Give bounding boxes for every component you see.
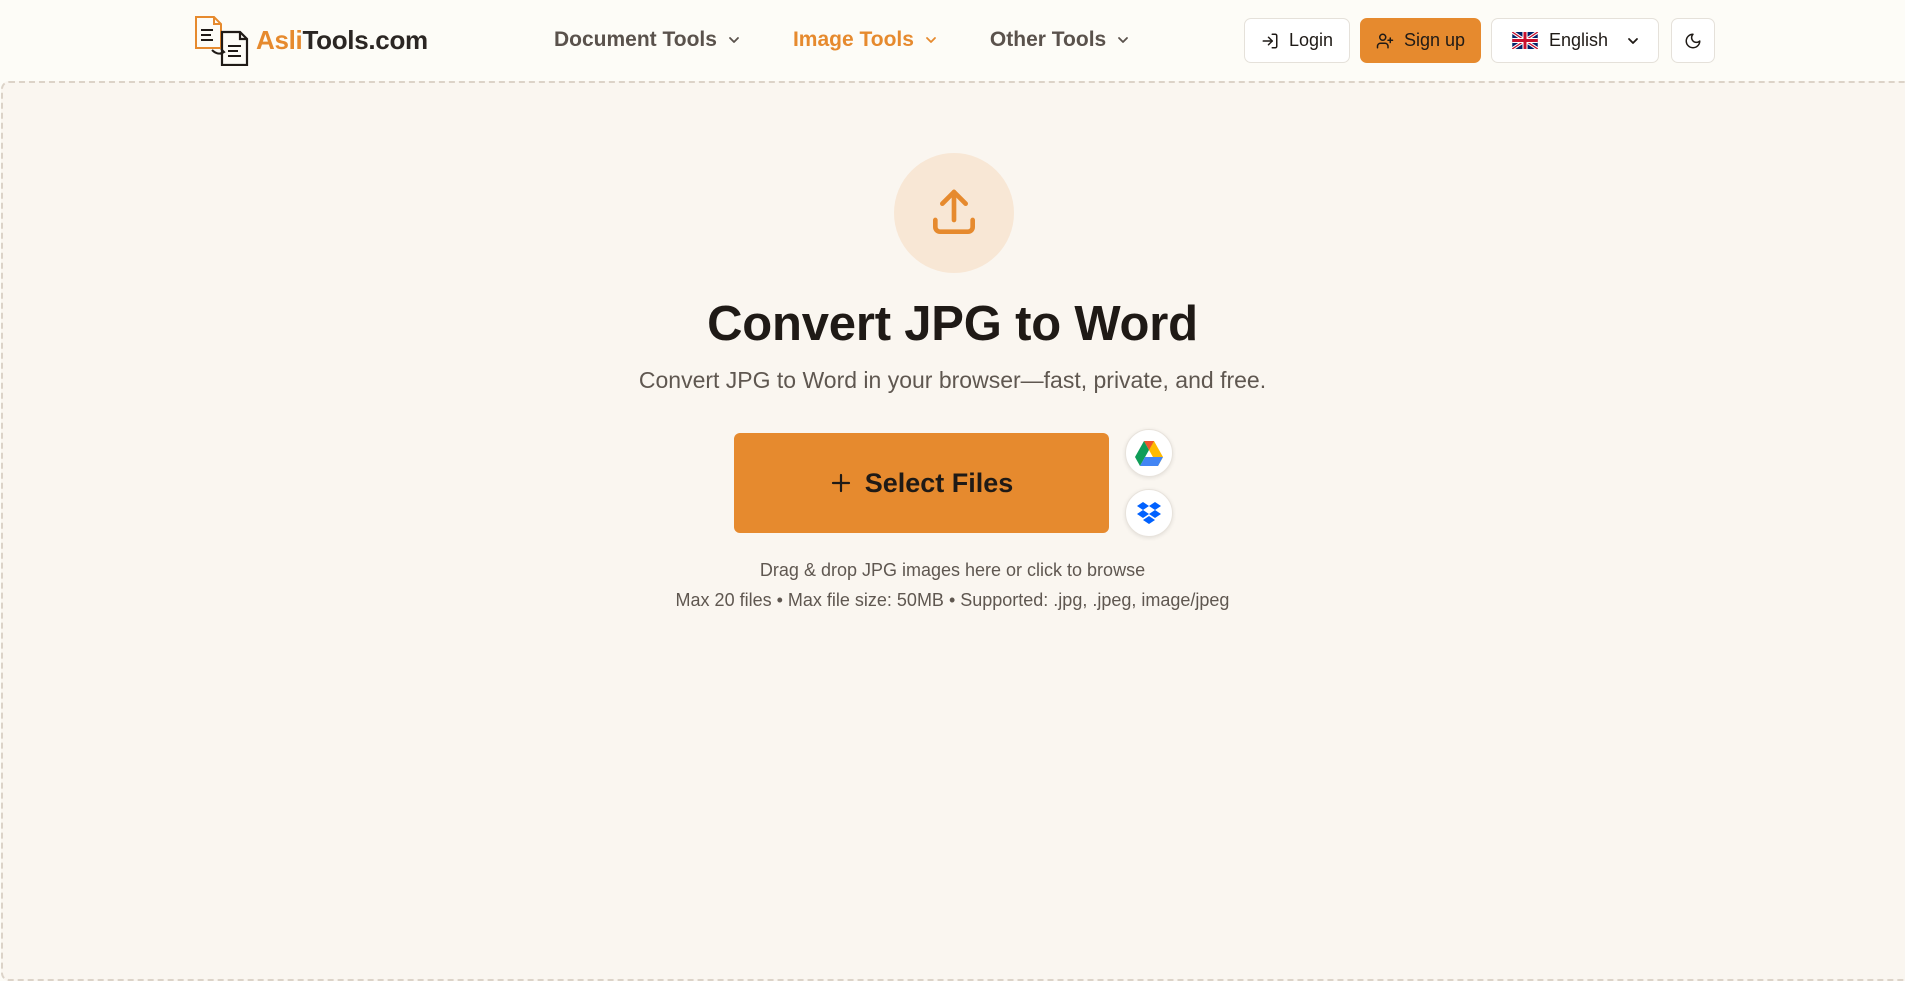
nav-image-tools-label: Image Tools xyxy=(792,28,914,51)
upload-icon-container xyxy=(894,153,1014,273)
drop-hint: Drag & drop JPG images here or click to … xyxy=(759,560,1146,580)
logo-text-accent: Asli xyxy=(256,24,303,55)
login-icon xyxy=(1262,33,1278,48)
site-header: AsliTools.com Document Tools Image Tools… xyxy=(0,0,1905,80)
language-label: English xyxy=(1549,30,1609,50)
google-drive-icon xyxy=(1135,440,1163,466)
dropbox-icon xyxy=(1137,502,1161,524)
page-subtitle: Convert JPG to Word in your browser—fast… xyxy=(638,367,1267,393)
dropbox-button[interactable] xyxy=(1125,489,1173,537)
plus-icon xyxy=(831,473,850,493)
site-logo[interactable]: AsliTools.com xyxy=(192,14,428,66)
chevron-down-icon xyxy=(926,37,936,43)
logo-text: AsliTools.com xyxy=(256,25,428,56)
moon-icon xyxy=(1685,33,1701,48)
google-drive-button[interactable] xyxy=(1125,429,1173,477)
select-files-button[interactable]: Select Files xyxy=(734,433,1109,533)
file-limits: Max 20 files • Max file size: 50MB • Sup… xyxy=(675,590,1230,610)
nav-other-tools-label: Other Tools xyxy=(989,28,1107,51)
chevron-down-icon xyxy=(1628,37,1638,44)
nav-other-tools[interactable]: Other Tools xyxy=(990,28,1130,52)
language-select[interactable]: English xyxy=(1491,18,1659,63)
main-nav: Document Tools Image Tools Other Tools xyxy=(554,24,1182,56)
chevron-down-icon xyxy=(729,37,739,43)
logo-text-rest: Tools.com xyxy=(302,24,428,55)
theme-toggle-button[interactable] xyxy=(1671,18,1715,63)
logo-documents-icon xyxy=(195,16,249,66)
nav-image-tools[interactable]: Image Tools xyxy=(793,28,938,52)
signup-button[interactable]: Sign up xyxy=(1360,18,1481,63)
signup-label: Sign up xyxy=(1403,30,1466,50)
user-plus-icon xyxy=(1376,33,1394,48)
login-label: Login xyxy=(1288,30,1334,50)
nav-document-tools-label: Document Tools xyxy=(554,28,717,51)
select-files-label: Select Files xyxy=(864,467,1014,498)
uk-flag-icon xyxy=(1512,32,1538,49)
page-title: Convert JPG to Word xyxy=(707,297,1198,351)
upload-icon xyxy=(933,189,975,235)
chevron-down-icon xyxy=(1118,37,1129,43)
nav-document-tools[interactable]: Document Tools xyxy=(554,28,741,52)
login-button[interactable]: Login xyxy=(1244,18,1350,63)
